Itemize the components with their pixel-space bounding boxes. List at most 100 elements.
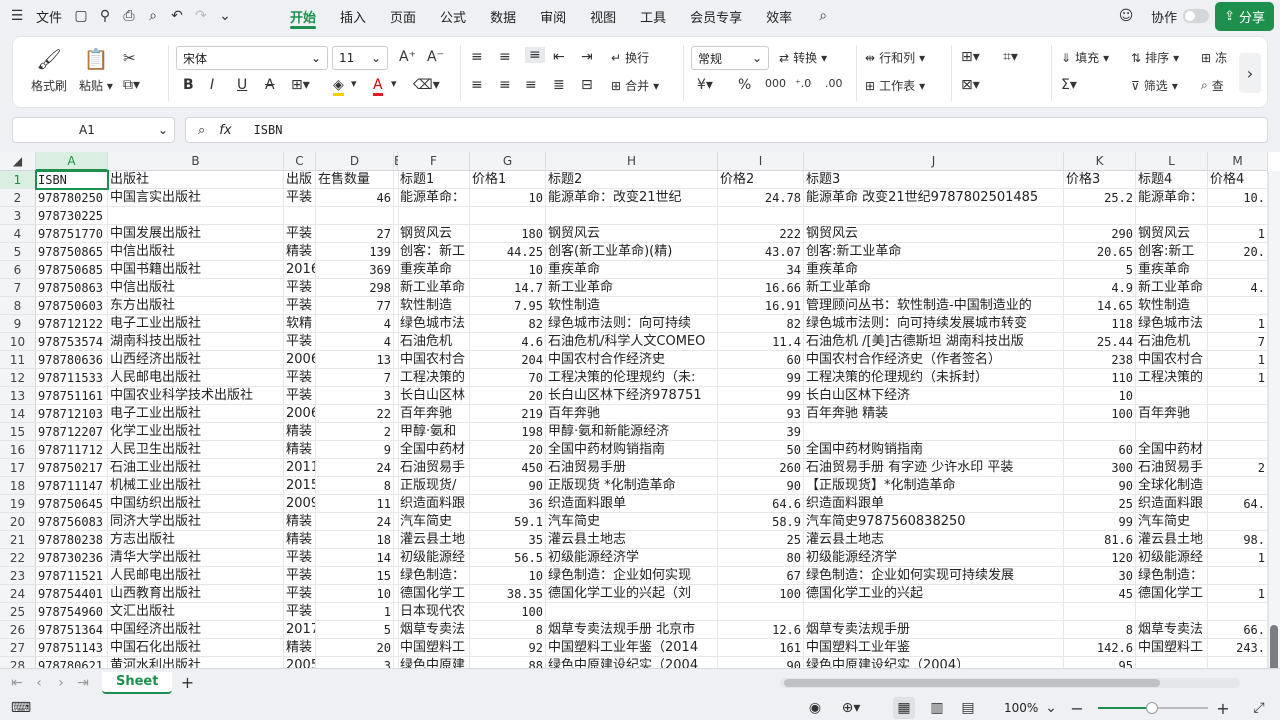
header-cell[interactable]: 价格1 xyxy=(470,171,546,189)
table-cell[interactable]: 烟草专卖法 xyxy=(398,621,470,639)
table-cell[interactable]: 978753574 xyxy=(36,333,108,351)
row-header[interactable]: 10 xyxy=(0,333,36,351)
table-cell[interactable]: 软精 xyxy=(284,315,316,333)
formula-input[interactable]: ⌕ fx ISBN xyxy=(185,117,1268,143)
table-cell[interactable]: 24 xyxy=(316,513,394,531)
merge-button[interactable]: ⊞ 合并 ▾ xyxy=(611,77,659,94)
table-cell[interactable]: 2011 xyxy=(284,459,316,477)
fx-icon[interactable]: fx xyxy=(219,123,231,138)
table-cell[interactable]: 10 xyxy=(470,261,546,279)
zoom-in-icon[interactable]: + xyxy=(1212,697,1234,719)
table-cell[interactable] xyxy=(1208,387,1268,405)
increase-decimal-icon[interactable]: ⁺.0 xyxy=(795,77,811,90)
font-size-select[interactable]: 11 ⌄ xyxy=(332,46,388,70)
table-cell[interactable]: 工程决策的伦理规约（未拆封） xyxy=(804,369,1064,387)
column-header-j[interactable]: J xyxy=(804,152,1064,171)
table-cell[interactable]: 新工业革命 xyxy=(804,279,1064,297)
table-cell[interactable]: 4 xyxy=(316,333,394,351)
table-cell[interactable] xyxy=(1208,513,1268,531)
table-cell[interactable]: 2006 xyxy=(284,351,316,369)
table-cell[interactable]: 978750863 xyxy=(36,279,108,297)
last-sheet-icon[interactable]: ⇥ xyxy=(72,672,94,694)
table-cell[interactable]: 石油危机 xyxy=(398,333,470,351)
table-cell[interactable]: 中国经济出版社 xyxy=(108,621,284,639)
table-cell[interactable]: 978780238 xyxy=(36,531,108,549)
table-cell[interactable]: 1 xyxy=(316,603,394,621)
table-cell[interactable] xyxy=(718,207,804,225)
bold-icon[interactable]: B xyxy=(183,77,194,93)
zoom-slider-knob[interactable] xyxy=(1146,702,1158,714)
table-cell[interactable]: 77 xyxy=(316,297,394,315)
table-cell[interactable]: 百年奔驰 xyxy=(398,405,470,423)
table-cell[interactable]: 1 xyxy=(1208,585,1268,603)
table-cell[interactable]: 39 xyxy=(718,423,804,441)
table-cell[interactable]: 978711712 xyxy=(36,441,108,459)
table-cell[interactable] xyxy=(546,603,718,621)
decrease-font-icon[interactable]: A⁻ xyxy=(427,49,444,65)
table-cell[interactable] xyxy=(398,207,470,225)
table-cell[interactable]: 25 xyxy=(718,531,804,549)
table-cell[interactable]: 平装 xyxy=(284,333,316,351)
table-cell[interactable]: 能源革命 改变21世纪9787802501485 xyxy=(804,189,1064,207)
table-cell[interactable]: 创客：新工 xyxy=(398,243,470,261)
table-cell[interactable]: 450 xyxy=(470,459,546,477)
table-cell[interactable]: 创客:新工 xyxy=(1136,243,1208,261)
zoom-level[interactable]: 100% xyxy=(1004,701,1038,715)
row-header[interactable]: 15 xyxy=(0,423,36,441)
table-cell[interactable]: 烟草专卖法 xyxy=(1136,621,1208,639)
table-cell[interactable]: 300 xyxy=(1064,459,1136,477)
table-cell[interactable] xyxy=(1136,657,1208,668)
table-cell[interactable]: 全国中药材购销指南 xyxy=(546,441,718,459)
table-cell[interactable]: 14.7 xyxy=(470,279,546,297)
table-cell[interactable]: 95 xyxy=(1064,657,1136,668)
table-cell[interactable]: 5 xyxy=(316,621,394,639)
table-cell[interactable]: 222 xyxy=(718,225,804,243)
table-cell[interactable]: 织造面料跟单 xyxy=(546,495,718,513)
header-cell[interactable]: 出版 xyxy=(284,171,316,189)
table-cell[interactable]: 93 xyxy=(718,405,804,423)
table-cell[interactable]: 978730225 xyxy=(36,207,108,225)
table-cell[interactable]: 2005 xyxy=(284,657,316,668)
row-header[interactable]: 2 xyxy=(0,189,36,207)
next-sheet-icon[interactable]: › xyxy=(50,672,72,694)
table-cell[interactable]: 汽车简史 xyxy=(546,513,718,531)
header-cell[interactable]: 标题1 xyxy=(398,171,470,189)
table-cell[interactable]: 新工业革命 xyxy=(1136,279,1208,297)
table-cell[interactable]: 120 xyxy=(1064,549,1136,567)
table-cell[interactable]: 98. xyxy=(1208,531,1268,549)
column-header-c[interactable]: C xyxy=(284,152,316,171)
row-header[interactable]: 28 xyxy=(0,657,36,668)
table-cell[interactable]: 绿色城市法 xyxy=(398,315,470,333)
row-header[interactable]: 3 xyxy=(0,207,36,225)
align-center-icon[interactable]: ≡ xyxy=(499,77,511,93)
table-cell[interactable]: 978756083 xyxy=(36,513,108,531)
table-cell[interactable]: 平装 xyxy=(284,369,316,387)
table-cell[interactable]: 46 xyxy=(316,189,394,207)
table-cell[interactable]: 978750603 xyxy=(36,297,108,315)
row-header[interactable]: 4 xyxy=(0,225,36,243)
table-cell[interactable]: 初级能源经济学 xyxy=(546,549,718,567)
table-cell[interactable]: 正版现货/ xyxy=(398,477,470,495)
horizontal-scroll-thumb[interactable] xyxy=(784,679,1160,687)
table-cell[interactable]: 灌云县土地 xyxy=(1136,531,1208,549)
table-cell[interactable]: 260 xyxy=(718,459,804,477)
table-cell[interactable]: 81.6 xyxy=(1064,531,1136,549)
table-cell[interactable]: 11.4 xyxy=(718,333,804,351)
select-all-corner[interactable]: ◢ xyxy=(0,152,36,171)
table-cell[interactable]: 161 xyxy=(718,639,804,657)
table-cell[interactable]: 重疾革命 xyxy=(398,261,470,279)
table-cell[interactable]: 灌云县土地志 xyxy=(804,531,1064,549)
vertical-scroll-thumb[interactable] xyxy=(1270,625,1278,668)
table-cell[interactable]: 钢贸风云 xyxy=(1136,225,1208,243)
chevron-right-icon[interactable]: › xyxy=(1239,53,1261,93)
table-cell[interactable]: 44.25 xyxy=(470,243,546,261)
table-cell[interactable]: 10. xyxy=(1208,189,1268,207)
table-cell[interactable]: 978751364 xyxy=(36,621,108,639)
number-format-select[interactable]: 常规 ⌄ xyxy=(691,46,769,70)
header-cell[interactable]: 在售数量 xyxy=(316,171,394,189)
table-cell[interactable]: 978751161 xyxy=(36,387,108,405)
table-cell[interactable]: 60 xyxy=(1064,441,1136,459)
table-cell[interactable]: 24.78 xyxy=(718,189,804,207)
row-header[interactable]: 13 xyxy=(0,387,36,405)
table-cell[interactable]: 36 xyxy=(470,495,546,513)
